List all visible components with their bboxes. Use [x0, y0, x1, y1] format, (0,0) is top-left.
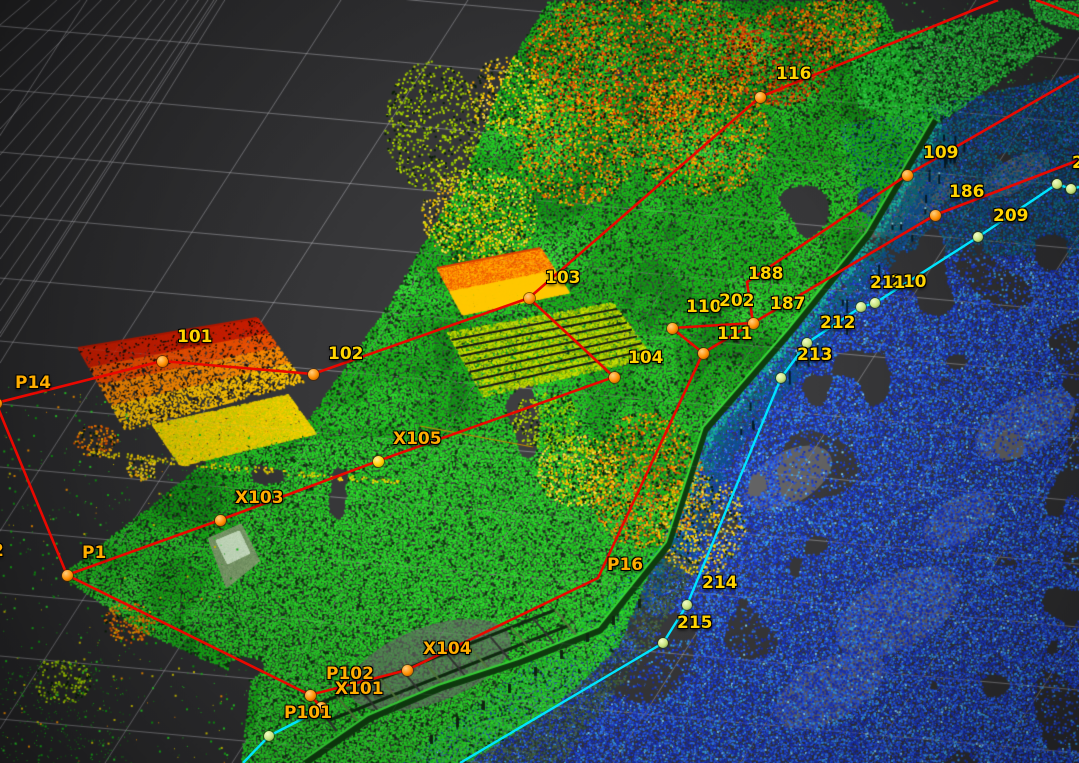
traverse-line-1[interactable] — [0, 298, 614, 575]
traverse-node-P1[interactable] — [62, 570, 73, 581]
traverse-line-2[interactable] — [67, 575, 321, 707]
point-label-187: 187 — [770, 296, 806, 313]
point-label-215: 215 — [677, 615, 713, 632]
traverse-node-X104[interactable] — [402, 665, 413, 676]
point-label-frag-right-2: 2 — [1072, 155, 1079, 172]
point-label-213: 213 — [797, 347, 833, 364]
traverse-node-102[interactable] — [308, 369, 319, 380]
point-label-X101: X101 — [335, 681, 384, 698]
point-label-110: 110 — [686, 299, 722, 316]
point-label-103: 103 — [545, 270, 581, 287]
traverse-node-P102[interactable] — [305, 690, 316, 701]
traverse-node-186[interactable] — [930, 210, 941, 221]
survey-lines-overlay — [0, 0, 1079, 763]
point-label-109: 109 — [923, 145, 959, 162]
point-label-211: 211 — [870, 275, 906, 292]
point-label-212: 212 — [820, 315, 856, 332]
point-label-frag-left-2: 2 — [0, 543, 4, 560]
point-label-186: 186 — [949, 184, 985, 201]
traverse-node-104[interactable] — [609, 372, 620, 383]
traverse-line-3[interactable] — [310, 353, 703, 695]
gnss-node-209[interactable] — [973, 232, 983, 242]
traverse-line-7[interactable] — [1036, 0, 1079, 16]
point-label-X103: X103 — [235, 490, 284, 507]
point-label-P14: P14 — [15, 375, 51, 392]
gnss-node-210[interactable] — [870, 298, 880, 308]
gnss-node-215[interactable] — [658, 638, 668, 648]
point-label-P101: P101 — [284, 705, 332, 722]
point-label-188: 188 — [748, 266, 784, 283]
point-label-P16: P16 — [607, 557, 643, 574]
traverse-node-116[interactable] — [755, 92, 766, 103]
point-label-X104: X104 — [423, 641, 472, 658]
gnss-track-line-0[interactable] — [243, 716, 308, 763]
point-label-209: 209 — [993, 208, 1029, 225]
gnss-node-P101[interactable] — [264, 731, 274, 741]
point-label-104: 104 — [628, 350, 664, 367]
point-label-P1: P1 — [82, 545, 106, 562]
traverse-node-103[interactable] — [524, 293, 535, 304]
traverse-node-X105[interactable] — [373, 456, 384, 467]
traverse-node-101[interactable] — [157, 356, 168, 367]
gnss-node-gnss-a[interactable] — [1052, 179, 1062, 189]
traverse-node-X103[interactable] — [215, 515, 226, 526]
point-label-111: 111 — [717, 326, 753, 343]
point-label-102: 102 — [328, 346, 364, 363]
gnss-node-213[interactable] — [776, 373, 786, 383]
traverse-node-111[interactable] — [698, 348, 709, 359]
traverse-line-0[interactable] — [0, 0, 998, 403]
gnss-node-211[interactable] — [856, 302, 866, 312]
gnss-node-214[interactable] — [682, 600, 692, 610]
point-label-X105: X105 — [393, 431, 442, 448]
point-label-101: 101 — [177, 329, 213, 346]
point-label-202: 202 — [719, 293, 755, 310]
point-cloud-viewport[interactable]: P14101102103116104X105X103P1P102X101X104… — [0, 0, 1079, 763]
traverse-node-109[interactable] — [902, 170, 913, 181]
traverse-node-110[interactable] — [667, 323, 678, 334]
point-label-116: 116 — [776, 66, 812, 83]
gnss-node-gnss-b[interactable] — [1066, 184, 1076, 194]
point-label-214: 214 — [702, 575, 738, 592]
